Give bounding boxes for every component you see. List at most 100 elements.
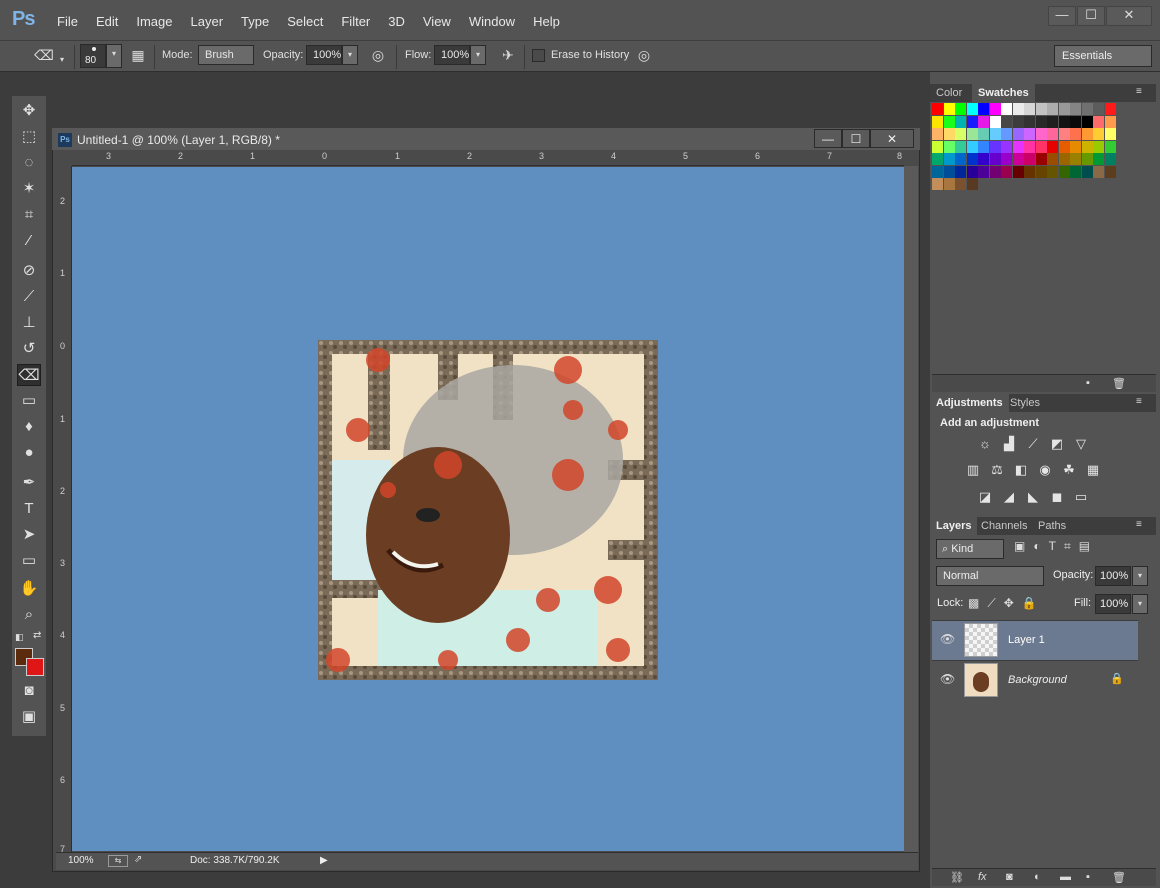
smart-object-filter-icon[interactable]: ▤: [1079, 539, 1090, 554]
swatch[interactable]: [1104, 165, 1116, 178]
swatch[interactable]: [1035, 115, 1047, 128]
minimize-button[interactable]: —: [1048, 6, 1076, 26]
swatch[interactable]: [1035, 128, 1047, 140]
swatch[interactable]: [978, 115, 989, 128]
swatch[interactable]: [966, 128, 978, 140]
brightness-contrast-icon[interactable]: ☼: [976, 436, 994, 452]
swatch[interactable]: [1070, 140, 1081, 153]
swatch[interactable]: [1047, 140, 1058, 153]
swatch[interactable]: [1104, 153, 1116, 165]
layer-mask-icon[interactable]: ◙: [1006, 871, 1013, 883]
pixel-filter-icon[interactable]: ▣: [1014, 539, 1025, 554]
rectangle-tool-icon[interactable]: ▭: [17, 550, 41, 572]
screen-mode-icon[interactable]: ▣: [17, 706, 41, 728]
swatch[interactable]: [966, 178, 978, 190]
swatch[interactable]: [1104, 128, 1116, 140]
black-white-icon[interactable]: ◧: [1012, 462, 1030, 478]
swatch[interactable]: [1001, 140, 1012, 153]
adjustment-filter-icon[interactable]: ◐: [1033, 539, 1040, 554]
swatch[interactable]: [978, 165, 989, 178]
swatch[interactable]: [989, 103, 1001, 115]
swatch[interactable]: [1047, 165, 1058, 178]
swatch[interactable]: [1024, 140, 1035, 153]
swatch[interactable]: [1024, 153, 1035, 165]
flow-dropdown[interactable]: ▾: [470, 45, 486, 65]
tab-layers[interactable]: Layers: [930, 517, 978, 535]
swatch[interactable]: [943, 153, 955, 165]
swatch[interactable]: [966, 165, 978, 178]
group-folder-icon[interactable]: ▬: [1060, 871, 1071, 883]
brush-tool-icon[interactable]: ⟋: [17, 286, 41, 308]
default-colors-icon[interactable]: ◧: [15, 632, 24, 643]
swatch[interactable]: [966, 103, 978, 115]
swatch[interactable]: [1081, 165, 1093, 178]
opacity-input[interactable]: 100%: [306, 45, 342, 65]
swatch[interactable]: [1081, 140, 1093, 153]
eraser-tool-icon[interactable]: ⌫: [17, 364, 41, 386]
swatch[interactable]: [1104, 115, 1116, 128]
menu-3d[interactable]: 3D: [388, 14, 405, 29]
shape-filter-icon[interactable]: ⌗: [1064, 539, 1071, 554]
panel-menu-icon[interactable]: ≡: [1136, 396, 1142, 407]
color-lookup-icon[interactable]: ▦: [1084, 462, 1102, 478]
new-layer-icon[interactable]: ▪: [1086, 871, 1090, 883]
vibrance-icon[interactable]: ▽: [1072, 436, 1090, 452]
swatch[interactable]: [1104, 103, 1116, 115]
zoom-tool-icon[interactable]: ⌕: [17, 604, 41, 626]
swatch[interactable]: [955, 178, 966, 190]
preset-dropdown-icon[interactable]: ▾: [60, 55, 64, 64]
swatch[interactable]: [1012, 115, 1024, 128]
lock-transparent-icon[interactable]: ▩: [968, 596, 979, 611]
swatch[interactable]: [1047, 153, 1058, 165]
pressure-opacity-icon[interactable]: ◎: [368, 47, 388, 67]
swatch[interactable]: [1012, 128, 1024, 140]
menu-view[interactable]: View: [423, 14, 451, 29]
swatch[interactable]: [932, 153, 943, 165]
tab-styles[interactable]: Styles: [1004, 394, 1046, 412]
menu-help[interactable]: Help: [533, 14, 560, 29]
swatch[interactable]: [966, 115, 978, 128]
channel-mixer-icon[interactable]: ☘: [1060, 462, 1078, 478]
swatch[interactable]: [932, 165, 943, 178]
fill-dropdown[interactable]: ▾: [1132, 594, 1148, 614]
new-swatch-icon[interactable]: ▪: [1086, 377, 1090, 389]
swatch[interactable]: [943, 165, 955, 178]
hand-tool-icon[interactable]: ✋: [17, 578, 41, 600]
layer-opacity-input[interactable]: 100%: [1095, 566, 1131, 586]
swatch[interactable]: [1093, 153, 1104, 165]
flow-input[interactable]: 100%: [434, 45, 470, 65]
swatch[interactable]: [1047, 128, 1058, 140]
erase-history-checkbox[interactable]: [532, 49, 545, 62]
swatch[interactable]: [1058, 103, 1070, 115]
panel-menu-icon[interactable]: ≡: [1136, 86, 1142, 97]
horizontal-ruler[interactable]: 3 2 1 0 1 2 3 4 5 6 7 8: [72, 150, 904, 166]
status-options-icon[interactable]: ⇆: [108, 855, 128, 867]
swatch[interactable]: [1093, 103, 1104, 115]
doc-restore-button[interactable]: ☐: [842, 129, 870, 148]
fill-input[interactable]: 100%: [1095, 594, 1131, 614]
swatch[interactable]: [989, 115, 1001, 128]
swatch[interactable]: [1024, 103, 1035, 115]
layer-opacity-dropdown[interactable]: ▾: [1132, 566, 1148, 586]
marquee-tool-icon[interactable]: ⬚: [17, 126, 41, 148]
swatch[interactable]: [1058, 115, 1070, 128]
swatch[interactable]: [943, 178, 955, 190]
swatch[interactable]: [1070, 128, 1081, 140]
lock-pixels-icon[interactable]: ⟋: [987, 596, 995, 611]
magic-wand-tool-icon[interactable]: ✶: [17, 178, 41, 200]
color-balance-icon[interactable]: ⚖: [988, 462, 1006, 478]
canvas-photo[interactable]: [318, 340, 658, 680]
pressure-size-icon[interactable]: ◎: [634, 47, 654, 67]
swatch[interactable]: [1012, 153, 1024, 165]
swatch[interactable]: [1035, 103, 1047, 115]
swatch[interactable]: [978, 140, 989, 153]
swatch[interactable]: [943, 103, 955, 115]
swatch[interactable]: [955, 153, 966, 165]
levels-icon[interactable]: ▟: [1000, 436, 1018, 452]
posterize-icon[interactable]: ◢: [1000, 489, 1018, 505]
quick-mask-icon[interactable]: ◙: [17, 680, 41, 702]
layer-filter-kind[interactable]: ⌕ Kind: [936, 539, 1004, 559]
swatch[interactable]: [978, 153, 989, 165]
swatch[interactable]: [1001, 165, 1012, 178]
menu-edit[interactable]: Edit: [96, 14, 118, 29]
